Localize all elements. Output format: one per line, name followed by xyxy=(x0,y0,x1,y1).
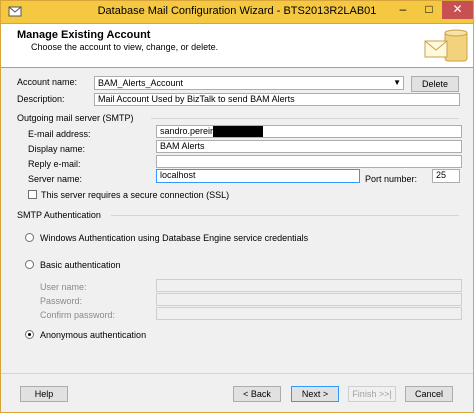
server-name-label: Server name: xyxy=(28,174,83,184)
ssl-label: This server requires a secure connection… xyxy=(41,190,230,200)
wizard-window: Database Mail Configuration Wizard - BTS… xyxy=(0,0,474,413)
anonymous-auth-radio[interactable] xyxy=(25,330,34,339)
ssl-checkbox[interactable] xyxy=(28,190,37,199)
basic-auth-label: Basic authentication xyxy=(40,260,121,270)
user-name-field[interactable] xyxy=(156,279,462,292)
footer-divider xyxy=(1,373,473,374)
title-bar[interactable]: Database Mail Configuration Wizard - BTS… xyxy=(1,1,473,24)
page-subtitle: Choose the account to view, change, or d… xyxy=(31,42,219,52)
wizard-header: Manage Existing Account Choose the accou… xyxy=(1,24,473,68)
port-number-label: Port number: xyxy=(365,174,418,184)
reply-email-field[interactable] xyxy=(156,155,462,168)
minimize-button[interactable]: – xyxy=(390,1,416,19)
page-title: Manage Existing Account xyxy=(17,29,151,41)
password-label: Password: xyxy=(40,296,83,306)
basic-auth-radio[interactable] xyxy=(25,260,34,269)
auth-group-label: SMTP Authentication xyxy=(17,210,101,220)
confirm-password-field[interactable] xyxy=(156,307,462,320)
redaction-box xyxy=(213,126,263,137)
reply-email-label: Reply e-mail: xyxy=(28,159,81,169)
anonymous-auth-label: Anonymous authentication xyxy=(40,330,147,340)
maximize-button[interactable]: □ xyxy=(416,1,442,19)
account-name-select[interactable]: BAM_Alerts_Account ▼ xyxy=(94,76,404,90)
user-name-label: User name: xyxy=(40,282,87,292)
smtp-group-divider xyxy=(151,118,459,119)
display-name-label: Display name: xyxy=(28,144,86,154)
next-button[interactable]: Next > xyxy=(291,386,339,402)
windows-auth-label: Windows Authentication using Database En… xyxy=(40,233,309,243)
account-name-label: Account name: xyxy=(17,77,78,87)
smtp-group-label: Outgoing mail server (SMTP) xyxy=(17,113,134,123)
close-button[interactable]: ✕ xyxy=(442,1,473,19)
description-field[interactable]: Mail Account Used by BizTalk to send BAM… xyxy=(94,93,460,106)
confirm-password-label: Confirm password: xyxy=(40,310,116,320)
display-name-field[interactable]: BAM Alerts xyxy=(156,140,462,153)
password-field[interactable] xyxy=(156,293,462,306)
cancel-button[interactable]: Cancel xyxy=(405,386,453,402)
windows-auth-radio[interactable] xyxy=(25,233,34,242)
radio-selected-dot xyxy=(28,333,31,336)
delete-button[interactable]: Delete xyxy=(411,76,459,92)
server-name-field[interactable]: localhost xyxy=(156,169,360,183)
account-name-value: BAM_Alerts_Account xyxy=(98,78,184,88)
finish-button[interactable]: Finish >>| xyxy=(348,386,396,402)
port-number-field[interactable]: 25 xyxy=(432,169,460,183)
email-label: E-mail address: xyxy=(28,129,91,139)
database-mail-icon xyxy=(424,29,468,62)
help-button[interactable]: Help xyxy=(20,386,68,402)
auth-group-divider xyxy=(111,215,459,216)
back-button[interactable]: < Back xyxy=(233,386,281,402)
chevron-down-icon: ▼ xyxy=(393,78,401,87)
email-field[interactable]: sandro.pereira@ xyxy=(156,125,462,138)
description-label: Description: xyxy=(17,94,65,104)
